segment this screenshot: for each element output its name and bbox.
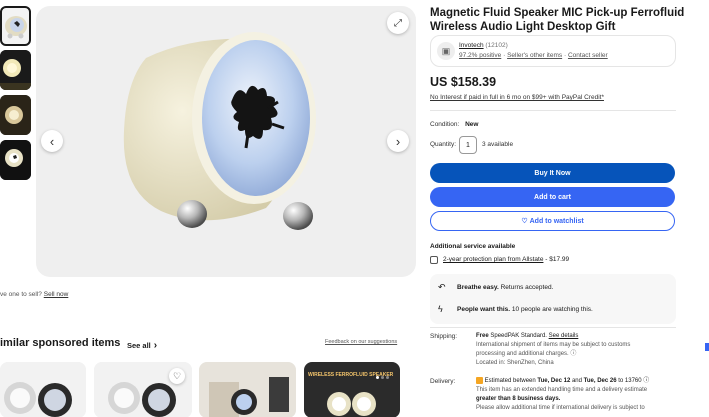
thumbnail-speaker-dark-image: [0, 140, 31, 180]
shipping-details: Free SpeedPAK Standard. See details Inte…: [476, 332, 686, 368]
chevron-right-icon: ›: [395, 133, 401, 149]
shipping-customs-line2: processing and additional charges.: [476, 351, 569, 357]
delivery-date-start: Tue, Dec 12: [537, 378, 571, 385]
info-box: ↶ Breathe easy. Returns accepted. ϟ Peop…: [430, 274, 676, 324]
feedback-tab[interactable]: [705, 343, 709, 351]
shipping-customs-line: International shipment of items may be s…: [476, 342, 631, 348]
contact-seller-link[interactable]: Contact seller: [568, 52, 608, 59]
speaker-illustration: [123, 32, 316, 230]
additional-service-heading: Additional service available: [430, 243, 516, 250]
breathe-easy-text: Returns accepted.: [500, 284, 554, 291]
watchlist-label: Add to watchlist: [529, 217, 584, 225]
store-icon: ▣: [437, 42, 455, 60]
paypal-credit-link[interactable]: No Interest if paid in full in 6 mo on $…: [430, 94, 604, 101]
sponsored-item-image: [327, 392, 376, 416]
quantity-label: Quantity:: [430, 141, 457, 148]
lightning-icon: ϟ: [438, 304, 443, 314]
breathe-easy-strong: Breathe easy.: [457, 284, 499, 291]
delivery-label: Delivery:: [430, 378, 456, 385]
chevron-left-icon: ‹: [49, 133, 55, 149]
seller-other-items-link[interactable]: Seller's other items: [507, 52, 562, 59]
condition-row: Condition: New: [430, 121, 478, 128]
thumbnail-speaker-image: [5, 16, 27, 39]
see-details-link[interactable]: See details: [549, 333, 579, 339]
next-image-button[interactable]: ›: [387, 130, 409, 152]
thumbnail-speaker-lit-image: [0, 50, 31, 90]
heart-icon[interactable]: ♡: [169, 368, 185, 384]
thumbnail-3[interactable]: [0, 95, 31, 135]
thumbnail-1[interactable]: [0, 6, 31, 46]
delivery-handling-line: This item has an extended handling time …: [476, 387, 648, 394]
protection-plan-checkbox[interactable]: [430, 256, 438, 264]
thumbnail-2[interactable]: [0, 50, 31, 90]
sponsored-item-image: [199, 362, 296, 417]
quantity-input[interactable]: 1: [459, 136, 477, 154]
sell-prompt: ve one to sell? Sell now: [0, 291, 68, 298]
sponsored-item-card[interactable]: [199, 362, 296, 417]
feedback-link[interactable]: Feedback on our suggestions: [325, 339, 397, 345]
delivery-zip: to 13760: [618, 378, 642, 385]
people-want-text: 10 people are watching this.: [511, 306, 593, 313]
expand-image-button[interactable]: ⤢: [387, 12, 409, 34]
sponsored-item-image: [0, 362, 86, 417]
shipping-free: Free: [476, 333, 489, 339]
see-all-link[interactable]: See all ›: [127, 340, 157, 351]
chevron-right-icon: ›: [153, 340, 158, 351]
delivery-date-end: Tue, Dec 26: [583, 378, 617, 385]
info-icon[interactable]: ⓘ: [643, 378, 649, 384]
protection-plan-row: 2-year protection plan from Allstate - $…: [443, 256, 569, 263]
thumbnail-speaker-desk-image: [0, 95, 31, 135]
product-price: US $158.39: [430, 75, 497, 89]
shipping-label: Shipping:: [430, 333, 458, 340]
see-all-label: See all: [127, 341, 151, 350]
expand-icon: ⤢: [394, 17, 402, 29]
sponsored-heading: imilar sponsored items: [0, 337, 121, 349]
protection-plan-price: - $17.99: [545, 256, 570, 263]
product-title: Magnetic Fluid Speaker MIC Pick-up Ferro…: [430, 7, 685, 33]
sponsored-item-card[interactable]: [0, 362, 86, 417]
info-icon[interactable]: ⓘ: [570, 351, 576, 357]
return-icon: ↶: [438, 282, 446, 292]
thumbnail-4[interactable]: [0, 140, 31, 180]
divider: [430, 327, 676, 328]
sell-now-link[interactable]: Sell now: [44, 291, 69, 298]
calendar-icon: [476, 377, 483, 384]
seller-name-link[interactable]: Invotech: [459, 42, 484, 49]
delivery-details: Estimated between Tue, Dec 12 and Tue, D…: [476, 377, 696, 413]
delivery-and: and: [571, 378, 582, 385]
people-want-strong: People want this.: [457, 306, 511, 313]
sell-prompt-text: ve one to sell?: [0, 291, 42, 298]
condition-value: New: [465, 121, 479, 128]
seller-positive-link[interactable]: 97.2% positive: [459, 52, 501, 59]
seller-card: ▣ Invotech (12102) 97.2% positive · Sell…: [430, 35, 676, 67]
heart-icon: ♡: [521, 218, 528, 225]
shipping-method: SpeedPAK Standard.: [490, 333, 547, 339]
add-to-watchlist-button[interactable]: ♡ Add to watchlist: [430, 211, 675, 231]
seller-feedback-count: (12102): [485, 42, 508, 49]
delivery-handling-line2: greater than 8 business days.: [476, 396, 561, 403]
main-product-image[interactable]: ‹ › ⤢: [36, 6, 416, 277]
protection-plan-link[interactable]: 2-year protection plan from Allstate: [443, 256, 543, 263]
sponsored-item-card[interactable]: ♡: [94, 362, 192, 417]
quantity-available: 3 available: [482, 141, 514, 148]
delivery-estimate-pre: Estimated between: [484, 378, 536, 385]
delivery-international-note: Please allow additional time if internat…: [476, 405, 645, 412]
buy-it-now-button[interactable]: Buy It Now: [430, 163, 675, 183]
add-to-cart-button[interactable]: Add to cart: [430, 187, 675, 207]
carousel-dots: [376, 376, 389, 379]
sponsored-item-card[interactable]: WIRELESS FERROFLUID SPEAKER: [304, 362, 400, 417]
previous-image-button[interactable]: ‹: [41, 130, 63, 152]
condition-label: Condition:: [430, 121, 460, 128]
shipping-location: Located in: ShenZhen, China: [476, 360, 554, 366]
divider: [430, 110, 676, 111]
